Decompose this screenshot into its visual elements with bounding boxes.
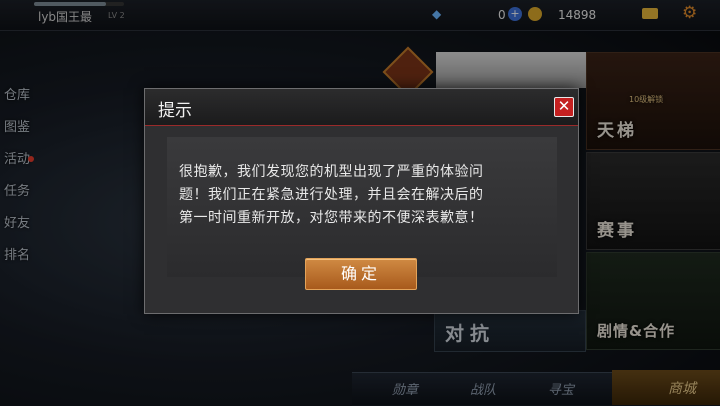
dialog-header: 提示 ✕ — [145, 89, 578, 126]
dialog-message: 很抱歉，我们发现您的机型出现了严重的体验问 题！我们正在紧急进行处理，并且会在解… — [179, 164, 484, 226]
notice-dialog: 提示 ✕ 很抱歉，我们发现您的机型出现了严重的体验问 题！我们正在紧急进行处理，… — [144, 88, 579, 314]
confirm-button[interactable]: 确定 — [305, 258, 417, 290]
dialog-body: 很抱歉，我们发现您的机型出现了严重的体验问 题！我们正在紧急进行处理，并且会在解… — [167, 137, 557, 277]
confirm-label: 确定 — [340, 264, 381, 283]
dialog-title: 提示 — [158, 101, 192, 121]
close-icon[interactable]: ✕ — [554, 97, 574, 117]
